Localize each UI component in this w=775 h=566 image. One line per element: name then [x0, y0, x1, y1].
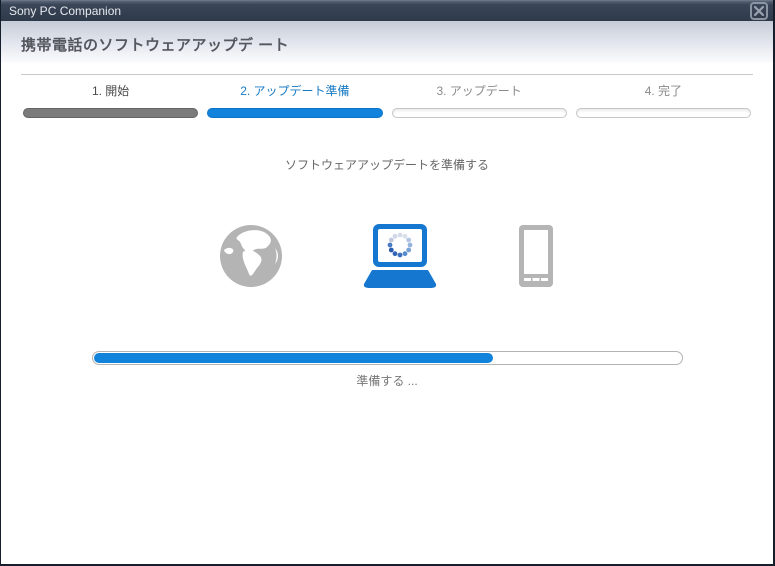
wizard-steps: 1. 開始 2. アップデート準備 3. アップデート 4. 完了: [23, 82, 751, 118]
window-title: Sony PC Companion: [9, 4, 122, 18]
phone-icon: [518, 224, 554, 288]
step-4-complete: 4. 完了: [575, 82, 751, 118]
header-separator: [21, 74, 753, 75]
sony-pc-companion-window: Sony PC Companion 携帯電話のソフトウェアアップデ ート 1. …: [0, 0, 775, 566]
step-label: 4. 完了: [644, 84, 683, 98]
globe-icon: [220, 225, 282, 287]
step-progress-bar: [575, 108, 751, 118]
status-text: 準備する ...: [356, 374, 418, 388]
step-progress-bar: [23, 108, 199, 118]
step-3-update: 3. アップデート: [391, 82, 567, 118]
preparation-progress-bar: [91, 351, 683, 365]
step-progress-bar: [391, 108, 567, 118]
step-2-prepare-update: 2. アップデート準備: [207, 82, 383, 118]
step-progress-bar: [207, 108, 383, 118]
titlebar: Sony PC Companion: [1, 0, 773, 21]
header: 携帯電話のソフトウェアアップデ ート: [1, 21, 773, 63]
prepare-update-subtitle: ソフトウェアアップデートを準備する: [284, 158, 489, 172]
step-label: 2. アップデート準備: [240, 84, 350, 98]
sync-illustration: [1, 223, 773, 289]
step-label: 3. アップデート: [436, 84, 522, 98]
step-label: 1. 開始: [91, 84, 130, 98]
page-title: 携帯電話のソフトウェアアップデ ート: [21, 36, 290, 54]
close-button[interactable]: [750, 2, 768, 20]
laptop-with-loading-spinner-icon: [360, 224, 440, 288]
close-icon: [754, 6, 764, 16]
step-1-start: 1. 開始: [23, 82, 199, 118]
progress-fill: [93, 353, 493, 363]
